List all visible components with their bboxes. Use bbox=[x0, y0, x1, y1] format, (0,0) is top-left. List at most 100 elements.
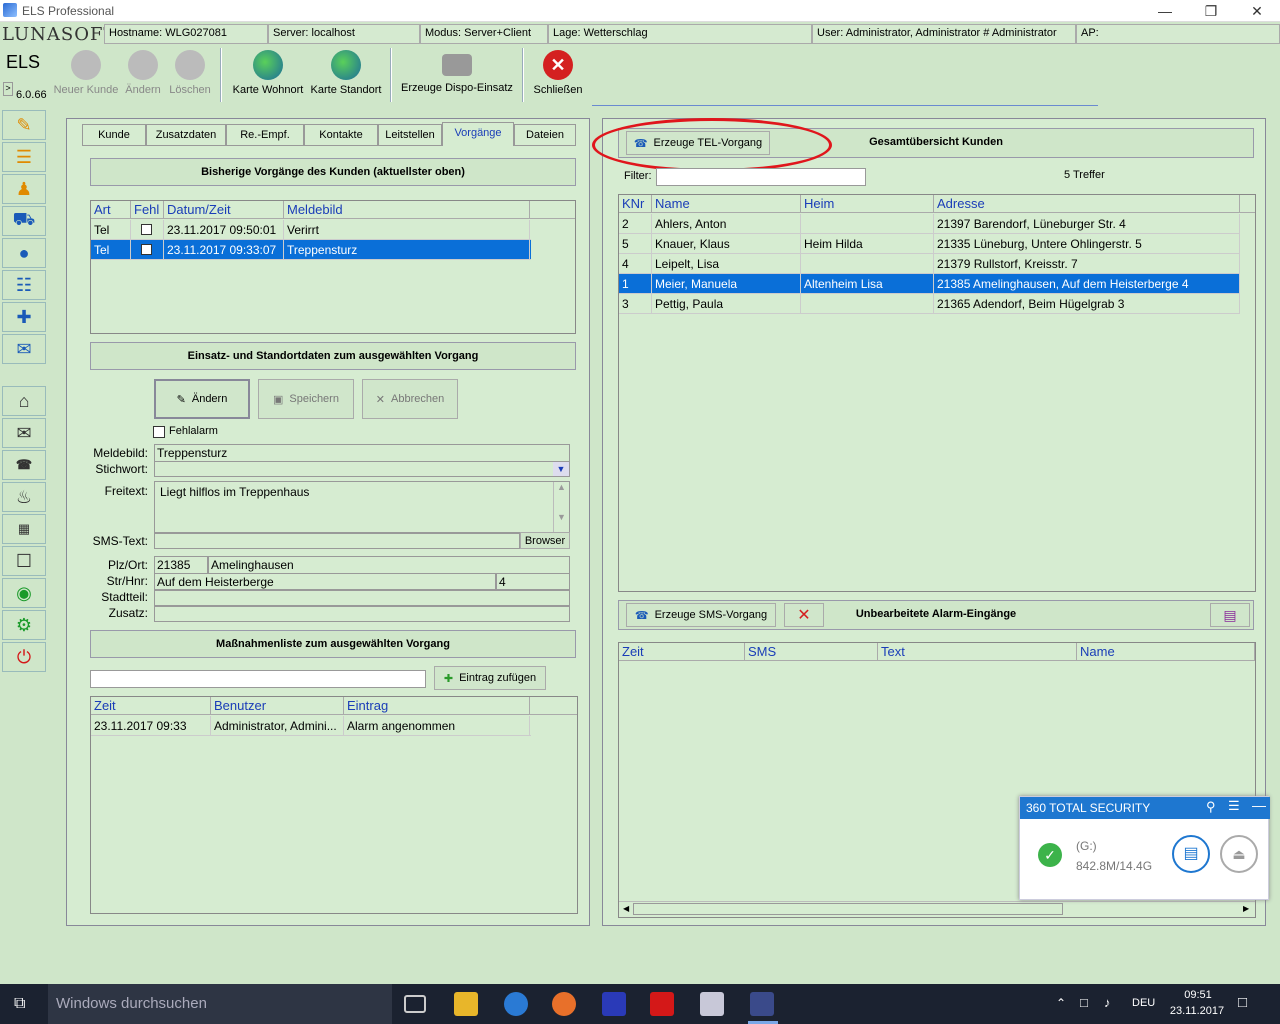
filter-input[interactable] bbox=[656, 168, 866, 186]
tab-vorgaenge[interactable]: Vorgänge bbox=[442, 122, 514, 146]
scroll-left-icon[interactable]: ◀ bbox=[623, 904, 629, 913]
col-heim[interactable]: Heim bbox=[801, 195, 934, 212]
table-row[interactable]: 23.11.2017 09:33 Administrator, Admini..… bbox=[91, 716, 531, 736]
phone-112-icon[interactable]: ☎ bbox=[2, 450, 46, 480]
karte-standort-button[interactable]: Karte Standort bbox=[308, 48, 384, 100]
minimize-popup-icon[interactable]: — bbox=[1252, 797, 1266, 813]
home-icon[interactable]: ⌂ bbox=[2, 386, 46, 416]
clock-date[interactable]: 23.11.2017 bbox=[1164, 1005, 1230, 1017]
schliessen-button[interactable]: ✕ Schließen bbox=[530, 48, 586, 100]
scrollbar-thumb[interactable] bbox=[633, 903, 1063, 915]
menu-icon[interactable]: ☰ bbox=[1228, 798, 1240, 814]
table-row[interactable]: 3 Pettig, Paula 21365 Adendorf, Beim Hüg… bbox=[619, 294, 1240, 314]
table-row-selected[interactable]: Tel 23.11.2017 09:33:07 Treppensturz bbox=[91, 240, 531, 260]
clipboard-icon[interactable]: ☐ bbox=[2, 546, 46, 576]
table-row-selected[interactable]: 1 Meier, Manuela Altenheim Lisa 21385 Am… bbox=[619, 274, 1240, 294]
speichern-button[interactable]: ▣ Speichern bbox=[258, 379, 354, 419]
im-app-icon[interactable] bbox=[650, 992, 674, 1016]
col-name[interactable]: Name bbox=[1077, 643, 1255, 660]
table-row[interactable]: Tel 23.11.2017 09:50:01 Verirrt bbox=[91, 220, 531, 240]
chevron-up-icon[interactable]: ⌃ bbox=[1056, 996, 1066, 1010]
loeschen-kunde-button[interactable]: Löschen bbox=[166, 48, 214, 100]
tab-re-empf[interactable]: Re.-Empf. bbox=[226, 124, 304, 146]
globe-icon[interactable]: ● bbox=[2, 238, 46, 268]
strasse-field[interactable]: Auf dem Heisterberge bbox=[154, 573, 496, 590]
freitext-scrollbar[interactable]: ▲ ▼ bbox=[553, 482, 569, 532]
massnahme-input[interactable] bbox=[90, 670, 426, 688]
col-sms[interactable]: SMS bbox=[745, 643, 878, 660]
col-art[interactable]: Art bbox=[91, 201, 131, 218]
karte-wohnort-button[interactable]: Karte Wohnort bbox=[230, 48, 306, 100]
fehl-checkbox[interactable] bbox=[141, 224, 152, 235]
network-icon[interactable]: □ bbox=[1080, 995, 1088, 1010]
stichwort-select[interactable] bbox=[154, 461, 570, 477]
flame-icon[interactable]: ♨ bbox=[2, 482, 46, 512]
stadtteil-field[interactable] bbox=[154, 590, 570, 606]
scroll-right-icon[interactable]: ▶ bbox=[1243, 904, 1249, 913]
plus-icon[interactable]: ✚ bbox=[2, 302, 46, 332]
taskbar-search[interactable]: Windows durchsuchen bbox=[48, 984, 392, 1024]
folder-icon[interactable]: ▤ bbox=[1172, 835, 1210, 873]
horizontal-scrollbar[interactable]: ◀ ▶ bbox=[619, 901, 1255, 917]
volume-icon[interactable]: ♪ bbox=[1104, 995, 1111, 1010]
tab-zusatzdaten[interactable]: Zusatzdaten bbox=[146, 124, 226, 146]
pdf-app-icon[interactable] bbox=[700, 992, 724, 1016]
col-fehl[interactable]: Fehl bbox=[131, 201, 164, 218]
col-eintrag[interactable]: Eintrag bbox=[344, 697, 530, 714]
close-window-button[interactable]: ✕ bbox=[1234, 0, 1280, 22]
mail-icon[interactable]: ✉ bbox=[2, 334, 46, 364]
gear-icon[interactable]: ⚙ bbox=[2, 610, 46, 640]
calendar-icon[interactable]: ▦ bbox=[2, 514, 46, 544]
eintrag-zufuegen-button[interactable]: ✚ Eintrag zufügen bbox=[434, 666, 546, 690]
task-view-icon[interactable] bbox=[404, 995, 426, 1013]
delete-alarm-button[interactable]: ✕ bbox=[784, 603, 824, 627]
chat-icon[interactable]: ✉ bbox=[2, 418, 46, 448]
windows-start-icon[interactable]: ⧉ bbox=[14, 995, 32, 1013]
sms-text-field[interactable] bbox=[154, 533, 520, 549]
expand-arrow[interactable]: > bbox=[3, 82, 13, 96]
col-name[interactable]: Name bbox=[652, 195, 801, 212]
language-indicator[interactable]: DEU bbox=[1132, 997, 1155, 1009]
table-row[interactable]: 2 Ahlers, Anton 21397 Barendorf, Lünebur… bbox=[619, 214, 1240, 234]
aendern-button[interactable]: ✎ Ändern bbox=[154, 379, 250, 419]
tree-icon[interactable]: ☷ bbox=[2, 270, 46, 300]
col-benutzer[interactable]: Benutzer bbox=[211, 697, 344, 714]
freitext-field[interactable]: Liegt hilflos im Treppenhaus bbox=[154, 481, 570, 533]
col-text[interactable]: Text bbox=[878, 643, 1077, 660]
col-knr[interactable]: KNr bbox=[619, 195, 652, 212]
tab-kontakte[interactable]: Kontakte bbox=[304, 124, 378, 146]
eject-icon[interactable]: ⏏ bbox=[1220, 835, 1258, 873]
tab-kunde[interactable]: Kunde bbox=[82, 124, 146, 146]
neuer-kunde-button[interactable]: Neuer Kunde bbox=[52, 48, 120, 100]
fehlalarm-checkbox[interactable] bbox=[153, 426, 165, 438]
car-icon[interactable]: ⛟ bbox=[2, 206, 46, 236]
documents-icon[interactable]: ☰ bbox=[2, 142, 46, 172]
browser-app-icon[interactable] bbox=[504, 992, 528, 1016]
plz-field[interactable]: 21385 bbox=[154, 556, 208, 574]
zusatz-field[interactable] bbox=[154, 606, 570, 622]
els-app-icon[interactable] bbox=[750, 992, 774, 1016]
fehl-checkbox[interactable] bbox=[141, 244, 152, 255]
power-icon[interactable]: ⏻ bbox=[2, 642, 46, 672]
aendern-kunde-button[interactable]: Ändern bbox=[122, 48, 164, 100]
book-button[interactable]: ▤ bbox=[1210, 603, 1250, 627]
minimize-button[interactable]: — bbox=[1142, 0, 1188, 22]
notification-icon[interactable]: □ bbox=[1238, 994, 1247, 1011]
meldebild-field[interactable]: Treppensturz bbox=[154, 444, 570, 462]
chevron-down-icon[interactable]: ▼ bbox=[553, 462, 569, 476]
clock-time[interactable]: 09:51 bbox=[1178, 989, 1218, 1001]
tab-dateien[interactable]: Dateien bbox=[514, 124, 576, 146]
dispo-einsatz-button[interactable]: Erzeuge Dispo-Einsatz bbox=[398, 48, 516, 100]
customer-file-icon[interactable]: ✎ bbox=[2, 110, 46, 140]
disc-icon[interactable]: ◉ bbox=[2, 578, 46, 608]
col-zeit[interactable]: Zeit bbox=[619, 643, 745, 660]
browser-button[interactable]: Browser bbox=[520, 532, 570, 549]
erzeuge-sms-vorgang-button[interactable]: ☎ Erzeuge SMS-Vorgang bbox=[626, 603, 776, 627]
table-row[interactable]: 5 Knauer, Klaus Heim Hilda 21335 Lünebur… bbox=[619, 234, 1240, 254]
tab-leitstellen[interactable]: Leitstellen bbox=[378, 124, 442, 146]
restore-button[interactable]: ❐ bbox=[1188, 0, 1234, 22]
ort-field[interactable]: Amelinghausen bbox=[208, 556, 570, 574]
col-meldebild[interactable]: Meldebild bbox=[284, 201, 530, 218]
table-row[interactable]: 4 Leipelt, Lisa 21379 Rullstorf, Kreisst… bbox=[619, 254, 1240, 274]
search-icon[interactable]: ⚲ bbox=[1206, 799, 1216, 815]
